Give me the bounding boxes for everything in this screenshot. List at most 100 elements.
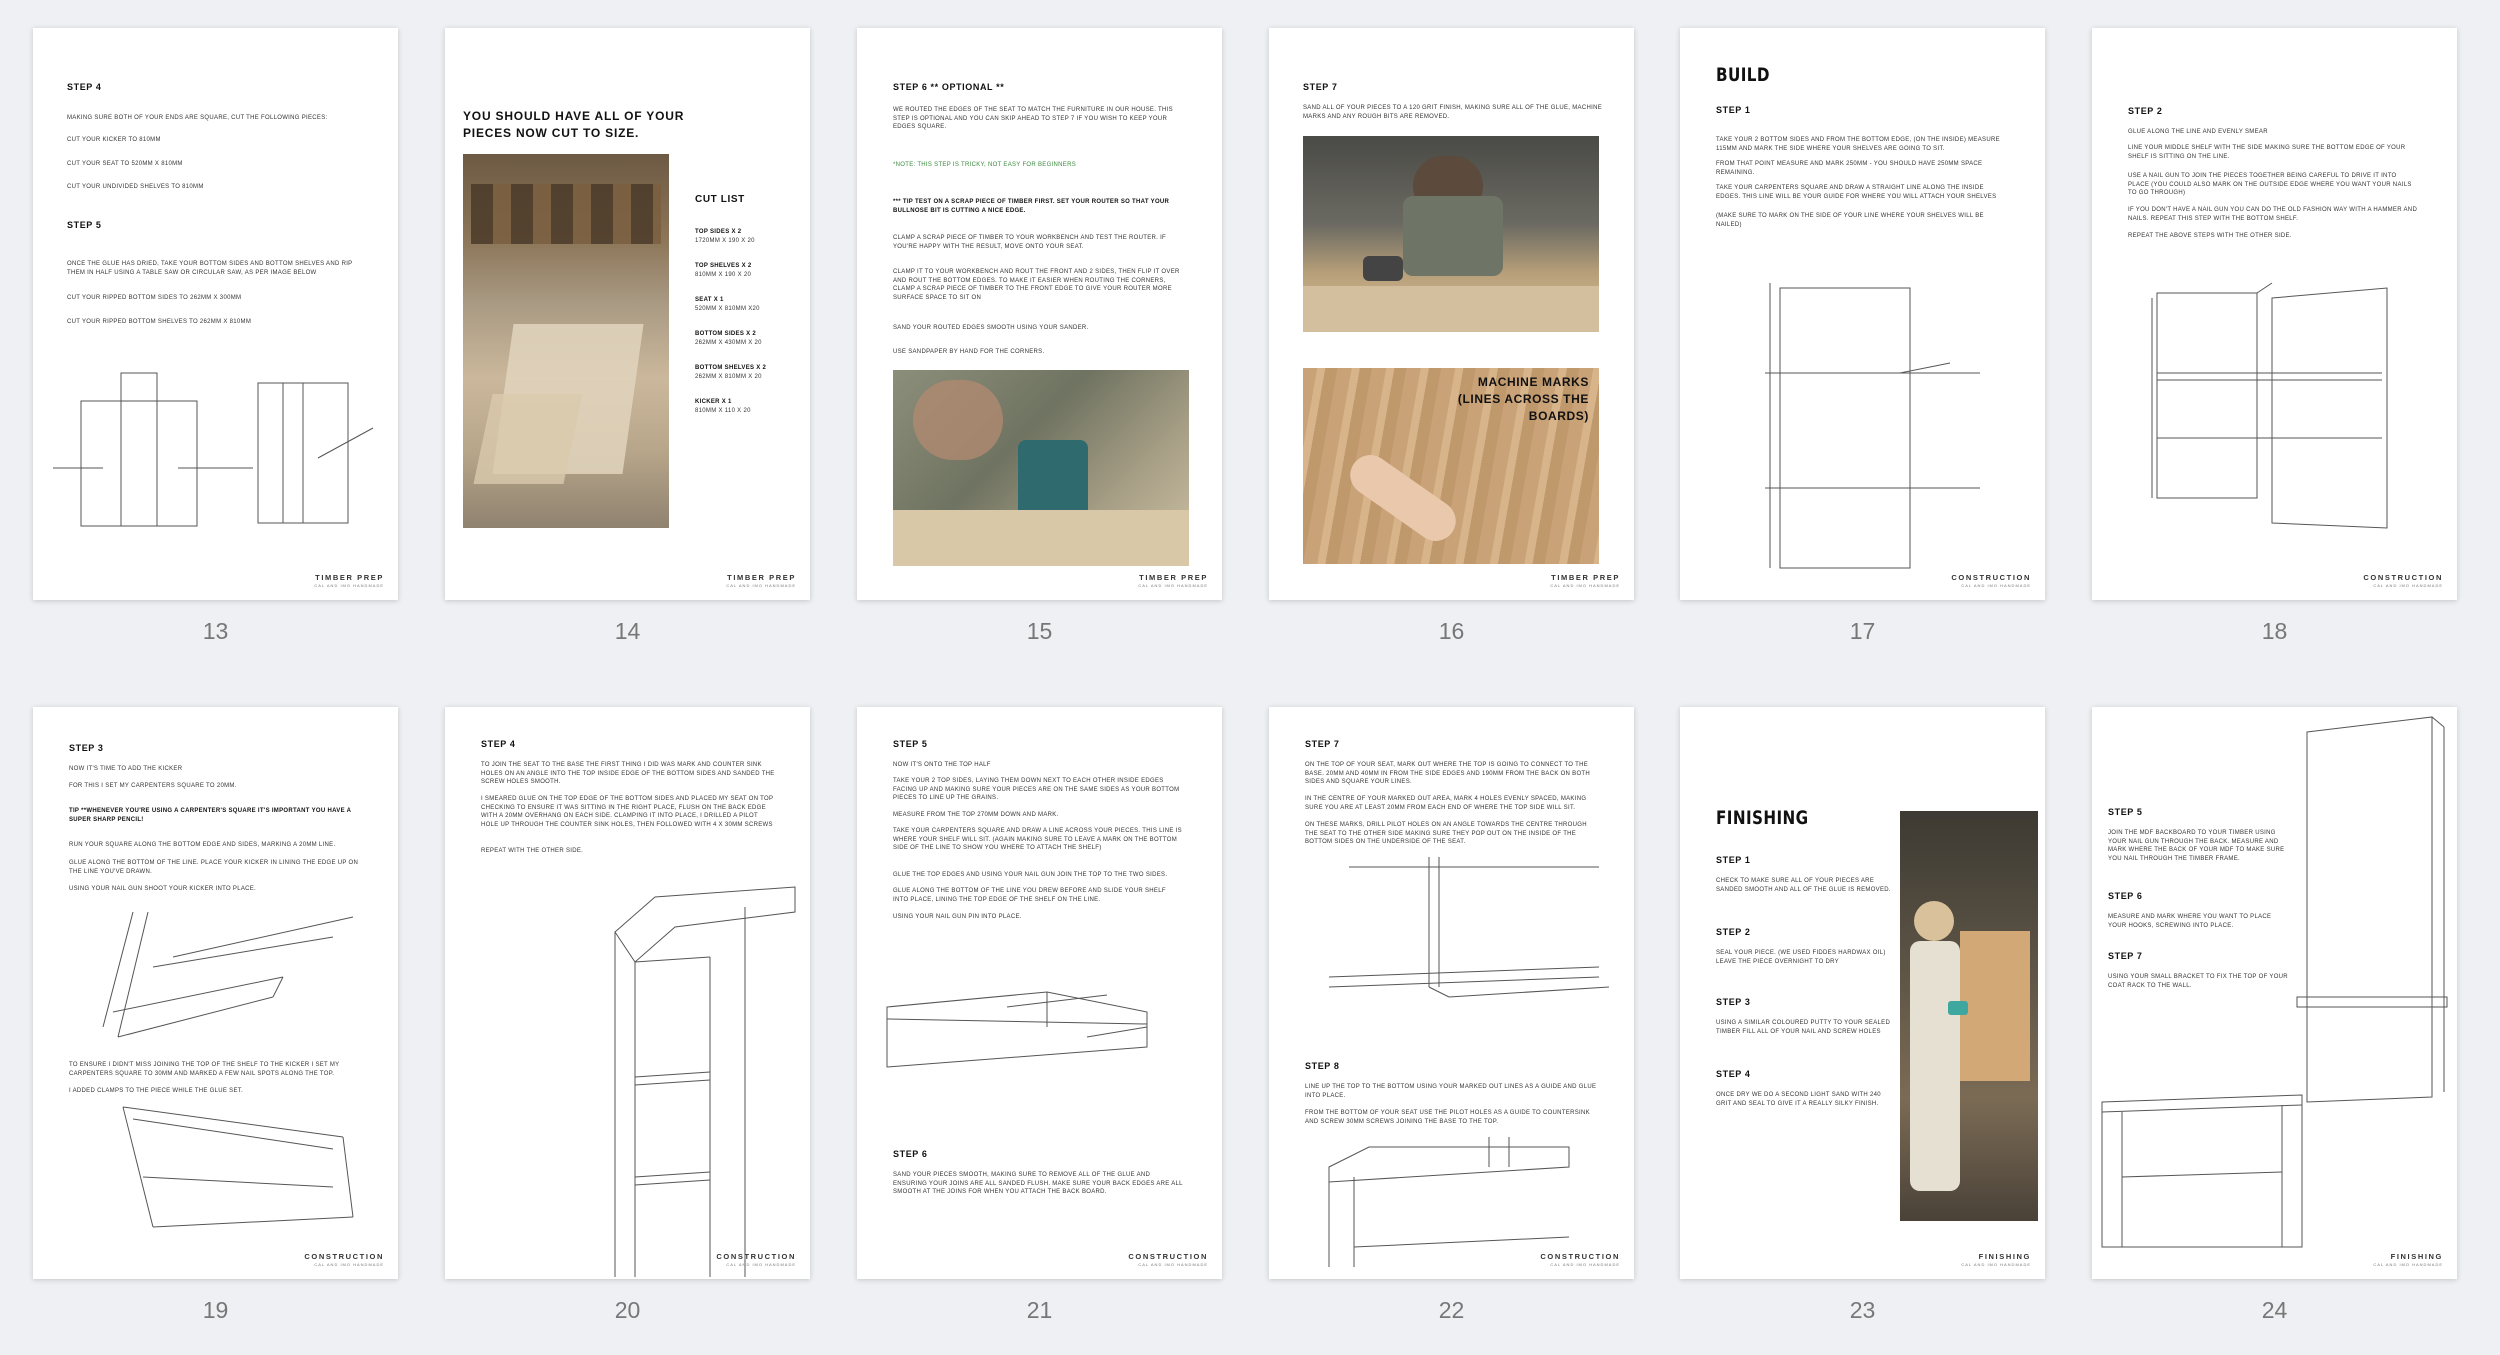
step-text: USING YOUR NAIL GUN PIN INTO PLACE. [893,914,1022,920]
step-heading: STEP 2 [2128,106,2163,116]
tip-text: *** TIP TEST ON A SCRAP PIECE OF TIMBER … [893,199,1170,214]
step-heading: STEP 4 [1716,1069,1751,1079]
step-text: ON THE TOP OF YOUR SEAT, MARK OUT WHERE … [1305,762,1591,785]
page-thumbnail-21[interactable]: STEP 5 NOW IT'S ONTO THE TOP HALF TAKE Y… [857,707,1222,1279]
page-number: 23 [1849,1297,1876,1323]
page-footer: CONSTRUCTION CAL AND IMO HANDMADE [1540,1252,1620,1267]
page-number: 14 [614,618,641,644]
step-text: CUT YOUR RIPPED BOTTOM SIDES TO 262MM X … [67,295,242,301]
page-number: 13 [202,618,229,644]
step-text: SAND ALL OF YOUR PIECES TO A 120 GRIT FI… [1303,105,1603,120]
step-heading: STEP 3 [1716,997,1751,1007]
workshop-photo [463,154,669,528]
page-number: 22 [1438,1297,1465,1323]
page-heading: YOU SHOULD HAVE ALL OF YOUR PIECES NOW C… [463,109,685,140]
page-number: 15 [1026,618,1053,644]
step-text: TAKE YOUR CARPENTERS SQUARE AND DRAW A S… [1716,185,1997,200]
step-text: MEASURE FROM THE TOP 270MM DOWN AND MARK… [893,812,1059,818]
step-heading: STEP 1 [1716,855,1751,865]
page-thumbnail-22[interactable]: STEP 7 ON THE TOP OF YOUR SEAT, MARK OUT… [1269,707,1634,1279]
page-footer: TIMBER PREP CAL AND IMO HANDMADE [1138,573,1208,588]
step-heading: STEP 3 [69,743,104,753]
step-text: TAKE YOUR 2 BOTTOM SIDES AND FROM THE BO… [1716,137,2000,152]
step-heading: STEP 7 [1303,82,1338,92]
machine-marks-photo: MACHINE MARKS (LINES ACROSS THE BOARDS) [1303,368,1599,564]
page-footer: TIMBER PREP CAL AND IMO HANDMADE [726,573,796,588]
router-photo [893,370,1189,566]
step-text: TAKE YOUR 2 TOP SIDES, LAYING THEM DOWN … [893,778,1180,801]
warning-note: *NOTE: THIS STEP IS TRICKY, NOT EASY FOR… [893,162,1077,168]
step-text: REPEAT WITH THE OTHER SIDE. [481,848,584,854]
step-text: CHECK TO MAKE SURE ALL OF YOUR PIECES AR… [1716,878,1891,893]
step-text: CUT YOUR SEAT TO 520MM X 810MM [67,161,183,167]
step-text: CLAMP IT TO YOUR WORKBENCH AND ROUT THE … [893,269,1180,301]
kicker-diagram [102,911,354,1038]
step-text: ON THESE MARKS, DRILL PILOT HOLES ON AN … [1305,822,1587,845]
page-number: 16 [1438,618,1465,644]
step-text: GLUE ALONG THE LINE AND EVENLY SMEAR [2128,129,2268,135]
page-thumbnail-16[interactable]: STEP 7 SAND ALL OF YOUR PIECES TO A 120 … [1269,28,1634,600]
page-thumbnail-23[interactable]: FINISHING STEP 1 CHECK TO MAKE SURE ALL … [1680,707,2045,1279]
step-heading: STEP 4 [67,82,102,92]
finishing-photo [1900,811,2038,1221]
page-footer: FINISHING CAL AND IMO HANDMADE [1961,1252,2031,1267]
backboard-diagram [2101,716,2448,1248]
step-text: NOW IT'S TIME TO ADD THE KICKER [69,766,183,772]
step-text: TO ENSURE I DIDN'T MISS JOINING THE TOP … [69,1062,340,1077]
step-text: FROM THAT POINT MEASURE AND MARK 250MM -… [1716,161,1983,176]
step-text: GLUE THE TOP EDGES AND USING YOUR NAIL G… [893,872,1168,878]
step-heading: STEP 5 [67,220,102,230]
page-footer: CONSTRUCTION CAL AND IMO HANDMADE [1128,1252,1208,1267]
step-text: CUT YOUR RIPPED BOTTOM SHELVES TO 262MM … [67,319,252,325]
step-text: WE ROUTED THE EDGES OF THE SEAT TO MATCH… [893,107,1173,130]
clamp-diagram [122,1106,354,1228]
page-number: 21 [1026,1297,1053,1323]
page-heading: FINISHING [1716,807,1809,829]
page-footer: CONSTRUCTION CAL AND IMO HANDMADE [1951,573,2031,588]
step-text: SEAL YOUR PIECE. (WE USED FIDDES HARDWAX… [1716,950,1886,965]
step-text: IF YOU DON'T HAVE A NAIL GUN YOU CAN DO … [2128,207,2418,222]
page-footer: TIMBER PREP CAL AND IMO HANDMADE [1550,573,1620,588]
step-text: TO JOIN THE SEAT TO THE BASE THE FIRST T… [481,762,775,785]
page-thumbnail-24[interactable]: STEP 5 JOIN THE MDF BACKBOARD TO YOUR TI… [2092,707,2457,1279]
step-text: GLUE ALONG THE BOTTOM OF THE LINE. PLACE… [69,860,359,875]
step-text: SAND YOUR ROUTED EDGES SMOOTH USING YOUR… [893,325,1089,331]
step-text: CUT YOUR UNDIVIDED SHELVES TO 810MM [67,184,204,190]
step-heading: STEP 8 [1305,1061,1340,1071]
step-text: USE SANDPAPER BY HAND FOR THE CORNERS. [893,349,1045,355]
step-text: GLUE ALONG THE BOTTOM OF THE LINE YOU DR… [893,888,1166,903]
step-text: MAKING SURE BOTH OF YOUR ENDS ARE SQUARE… [67,115,328,121]
step-text: ONCE THE GLUE HAS DRIED, TAKE YOUR BOTTO… [67,261,353,276]
page-thumbnail-13[interactable]: STEP 4 MAKING SURE BOTH OF YOUR ENDS ARE… [33,28,398,600]
page-thumbnail-14[interactable]: YOU SHOULD HAVE ALL OF YOUR PIECES NOW C… [445,28,810,600]
step-text: ONCE DRY WE DO A SECOND LIGHT SAND WITH … [1716,1092,1881,1107]
step-text: LINE UP THE TOP TO THE BOTTOM USING YOUR… [1305,1084,1597,1099]
page-number: 20 [614,1297,641,1323]
step-text: RUN YOUR SQUARE ALONG THE BOTTOM EDGE AN… [69,842,336,848]
page-thumbnail-19[interactable]: STEP 3 NOW IT'S TIME TO ADD THE KICKER F… [33,707,398,1279]
page-heading: BUILD [1716,64,1770,86]
seat-join-diagram [614,886,796,1277]
page-footer: CONSTRUCTION CAL AND IMO HANDMADE [304,1252,384,1267]
page-number: 24 [2261,1297,2288,1323]
page-number: 18 [2261,618,2288,644]
step-text: I SMEARED GLUE ON THE TOP EDGE OF THE BO… [481,796,774,828]
photo-caption: MACHINE MARKS (LINES ACROSS THE BOARDS) [1457,375,1589,423]
page-thumbnail-20[interactable]: STEP 4 TO JOIN THE SEAT TO THE BASE THE … [445,707,810,1279]
step-text: (MAKE SURE TO MARK ON THE SIDE OF YOUR L… [1716,213,1984,228]
sanding-photo [1303,136,1599,332]
step-text: NOW IT'S ONTO THE TOP HALF [893,762,991,768]
step-text: CUT YOUR KICKER TO 810MM [67,137,161,143]
page-thumbnail-15[interactable]: STEP 6 ** OPTIONAL ** WE ROUTED THE EDGE… [857,28,1222,600]
step-heading: STEP 1 [1716,105,1751,115]
step-text: TAKE YOUR CARPENTERS SQUARE AND DRAW A L… [893,828,1182,851]
page-thumbnail-17[interactable]: BUILD STEP 1 TAKE YOUR 2 BOTTOM SIDES AN… [1680,28,2045,600]
page-thumbnail-18[interactable]: STEP 2 GLUE ALONG THE LINE AND EVENLY SM… [2092,28,2457,600]
step-text: FOR THIS I SET MY CARPENTERS SQUARE TO 2… [69,783,237,789]
side-marking-diagram [1765,283,1980,569]
page-footer: CONSTRUCTION CAL AND IMO HANDMADE [716,1252,796,1267]
step-text: IN THE CENTRE OF YOUR MARKED OUT AREA, M… [1305,796,1587,811]
step-text: REPEAT THE ABOVE STEPS WITH THE OTHER SI… [2128,233,2292,239]
page-number: 19 [202,1297,229,1323]
shelf-attach-diagram [2151,282,2388,529]
